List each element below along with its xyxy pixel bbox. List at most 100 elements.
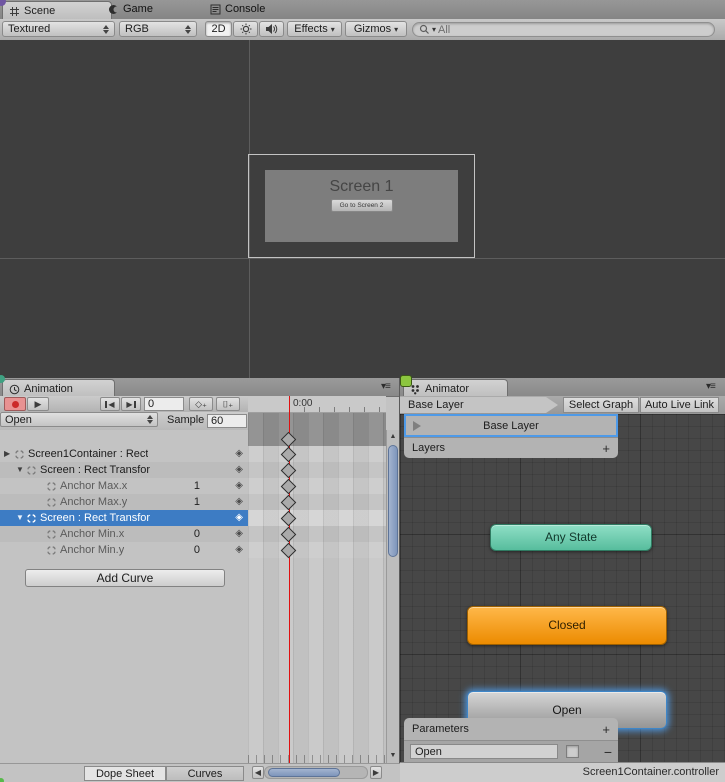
auto-live-link-button[interactable]: Auto Live Link bbox=[640, 397, 719, 413]
keyframe-diamond-button[interactable]: ◈ bbox=[235, 446, 243, 462]
keyframe-diamond-button[interactable]: ◈ bbox=[235, 462, 243, 478]
scene-lighting-button[interactable] bbox=[233, 21, 258, 37]
state-node-closed[interactable]: Closed bbox=[467, 606, 667, 645]
timeline-ruler[interactable]: 0:00 bbox=[248, 396, 386, 413]
animation-property-row[interactable]: Anchor Max.y1◈ bbox=[0, 494, 248, 510]
tab-console[interactable]: Console bbox=[210, 0, 265, 19]
frame-input[interactable]: 0 bbox=[144, 397, 184, 411]
timeline-row[interactable] bbox=[248, 542, 386, 558]
keyframe-diamond-button[interactable]: ◈ bbox=[235, 526, 243, 542]
layers-header: Layers + bbox=[404, 437, 618, 458]
timeline-row[interactable] bbox=[248, 494, 386, 510]
dropdown-arrows-icon bbox=[185, 25, 191, 34]
parameter-checkbox[interactable] bbox=[566, 745, 579, 758]
remove-parameter-button[interactable]: − bbox=[604, 744, 612, 760]
scroll-down-icon[interactable]: ▼ bbox=[387, 750, 399, 762]
curves-tab[interactable]: Curves bbox=[166, 766, 244, 781]
state-node-any-state[interactable]: Any State bbox=[490, 524, 652, 551]
record-dot-icon bbox=[12, 401, 19, 408]
dopesheet-timeline[interactable]: 0:00 bbox=[248, 396, 386, 763]
animation-property-row[interactable]: Anchor Min.y0◈ bbox=[0, 542, 248, 558]
add-curve-button[interactable]: Add Curve bbox=[25, 569, 225, 587]
vertical-scroll-thumb[interactable] bbox=[388, 445, 398, 557]
gizmos-dropdown[interactable]: Gizmos ▾ bbox=[345, 21, 407, 37]
rect-transform-icon bbox=[26, 465, 39, 476]
toggle-2d-button[interactable]: 2D bbox=[205, 21, 232, 37]
horizontal-scrollbar[interactable] bbox=[264, 766, 368, 779]
panel-menu-icon[interactable]: ▾≡ bbox=[381, 381, 390, 392]
add-parameter-button[interactable]: + bbox=[602, 722, 610, 737]
play-triangle-icon bbox=[413, 421, 421, 431]
timeline-row[interactable] bbox=[248, 478, 386, 494]
parameters-label: Parameters bbox=[412, 723, 469, 735]
animation-property-row[interactable]: ▶ Screen1Container : Rect ◈ bbox=[0, 446, 248, 462]
play-button[interactable]: ▶ bbox=[27, 397, 49, 411]
layers-label: Layers bbox=[412, 442, 445, 454]
last-key-button[interactable]: ▶ bbox=[121, 397, 141, 411]
screen1-go-button[interactable]: Go to Screen 2 bbox=[331, 199, 393, 212]
add-event-button[interactable]: ⌷₊ bbox=[216, 397, 240, 411]
dropdown-arrows-icon bbox=[147, 415, 153, 424]
tab-scene-label: Scene bbox=[24, 3, 55, 20]
draw-mode-dropdown[interactable]: Textured bbox=[2, 21, 115, 37]
animation-controls: ▶ ◀ ▶ 0 ◇₊ ⌷₊ bbox=[0, 396, 248, 413]
layer-row-base-layer[interactable]: Base Layer bbox=[404, 414, 618, 437]
animator-graph[interactable]: Base Layer Layers + Any State Closed Open … bbox=[400, 414, 725, 762]
animation-property-row[interactable]: Anchor Min.x0◈ bbox=[0, 526, 248, 542]
scene-audio-button[interactable] bbox=[259, 21, 284, 37]
property-label: Anchor Max.y bbox=[60, 494, 127, 510]
scene-viewport[interactable]: Screen 1 Go to Screen 2 bbox=[0, 40, 725, 378]
add-keyframe-button[interactable]: ◇₊ bbox=[189, 397, 213, 411]
foldout-icon[interactable]: ▶ bbox=[4, 446, 14, 462]
select-graph-button[interactable]: Select Graph bbox=[563, 397, 639, 413]
foldout-icon[interactable]: ▼ bbox=[16, 510, 26, 526]
keyframe-diamond-button[interactable]: ◈ bbox=[235, 478, 243, 494]
scroll-left-button[interactable]: ◀ bbox=[252, 766, 264, 779]
record-button[interactable] bbox=[4, 397, 26, 411]
property-label: Screen : Rect Transfor bbox=[40, 510, 150, 526]
parameter-name-field[interactable]: Open bbox=[410, 744, 558, 759]
capture-marker bbox=[400, 375, 412, 387]
animation-property-row[interactable]: ▼ Screen : Rect Transfor ◈ bbox=[0, 510, 248, 526]
scroll-up-icon[interactable]: ▲ bbox=[387, 431, 399, 443]
scene-toolbar: Textured RGB 2D Effects ▾ Gizmos ▾ ▾ All bbox=[0, 19, 725, 41]
timeline-row[interactable] bbox=[248, 462, 386, 478]
tab-scene[interactable]: Scene bbox=[2, 1, 112, 20]
timeline-row[interactable] bbox=[248, 510, 386, 526]
render-channel-dropdown[interactable]: RGB bbox=[119, 21, 197, 37]
property-label: Screen1Container : Rect bbox=[28, 446, 148, 462]
rect-transform-icon bbox=[46, 529, 59, 540]
timeline-row[interactable] bbox=[248, 526, 386, 542]
dope-sheet-tab[interactable]: Dope Sheet bbox=[84, 766, 166, 781]
clip-dropdown[interactable]: Open bbox=[0, 412, 158, 427]
keyframe-diamond-button[interactable]: ◈ bbox=[235, 510, 243, 526]
parameter-row: Open − bbox=[404, 740, 618, 762]
add-layer-button[interactable]: + bbox=[602, 441, 610, 456]
animation-property-row[interactable]: ▼Screen : Rect Transfor◈ bbox=[0, 462, 248, 478]
first-key-button[interactable]: ◀ bbox=[100, 397, 120, 411]
scroll-right-button[interactable]: ▶ bbox=[370, 766, 382, 779]
property-value: 1 bbox=[194, 478, 200, 494]
search-scope-arrow-icon: ▾ bbox=[432, 25, 436, 34]
breadcrumb-base-layer[interactable]: Base Layer bbox=[400, 397, 558, 413]
render-channel-label: RGB bbox=[125, 22, 149, 37]
clock-icon bbox=[9, 384, 20, 395]
keyframe-diamond-button[interactable]: ◈ bbox=[235, 494, 243, 510]
tab-game[interactable]: Game bbox=[108, 0, 153, 19]
timeline-row[interactable] bbox=[248, 446, 386, 462]
sample-input[interactable]: 60 bbox=[207, 414, 247, 428]
effects-dropdown[interactable]: Effects ▾ bbox=[287, 21, 342, 37]
panel-menu-icon[interactable]: ▾≡ bbox=[706, 381, 715, 392]
screen1-panel[interactable]: Screen 1 Go to Screen 2 bbox=[265, 170, 458, 242]
horizontal-scroll-thumb[interactable] bbox=[268, 768, 340, 777]
tab-animator-label: Animator bbox=[425, 381, 469, 398]
keyframe-diamond-button[interactable]: ◈ bbox=[235, 542, 243, 558]
capture-marker bbox=[0, 778, 4, 782]
foldout-icon[interactable]: ▼ bbox=[16, 462, 26, 478]
clip-row: Open Sample 60 bbox=[0, 412, 248, 431]
timeline-bottom-ticks bbox=[248, 755, 386, 763]
vertical-scrollbar[interactable]: ▲ ▼ bbox=[386, 430, 399, 763]
animation-property-row[interactable]: Anchor Max.x1◈ bbox=[0, 478, 248, 494]
layer-name-label: Base Layer bbox=[483, 420, 539, 432]
search-input[interactable]: ▾ All bbox=[412, 22, 715, 37]
